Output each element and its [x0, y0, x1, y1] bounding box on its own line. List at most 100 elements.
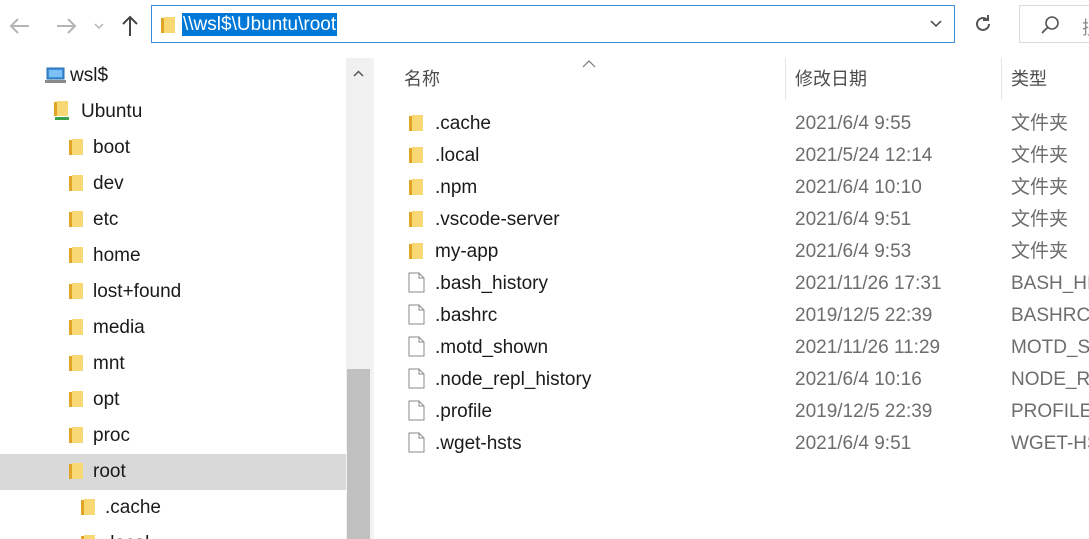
- nav-item-label: home: [93, 245, 141, 266]
- nav-item-dev[interactable]: dev: [0, 166, 346, 202]
- file-type: 文件夹: [1011, 241, 1069, 262]
- nav-item-boot[interactable]: boot: [0, 130, 346, 166]
- file-icon: [408, 304, 425, 330]
- nav-item-media[interactable]: media: [0, 310, 346, 346]
- nav-item-wsl[interactable]: wsl$: [0, 58, 346, 94]
- scroll-up-icon[interactable]: [353, 66, 364, 80]
- search-input[interactable]: 搜: [1019, 5, 1089, 43]
- nav-item-cache[interactable]: .cache: [0, 490, 346, 526]
- address-path[interactable]: \\wsl$\Ubuntu\root: [182, 13, 338, 36]
- nav-item-ubuntu[interactable]: Ubuntu: [0, 94, 346, 130]
- file-type: BASH_HISTORY 文件: [1011, 273, 1089, 294]
- file-name: .bashrc: [435, 305, 498, 326]
- up-button[interactable]: [116, 12, 144, 40]
- file-icon: [408, 368, 425, 389]
- folder-icon: [68, 318, 84, 341]
- file-modified-date: 2019/12/5 22:39: [795, 401, 933, 422]
- column-header-type[interactable]: 类型: [1011, 58, 1047, 100]
- address-toolbar: \\wsl$\Ubuntu\root 搜: [0, 0, 1089, 50]
- file-icon: [408, 432, 425, 453]
- folder-icon: [69, 175, 83, 191]
- chevron-down-icon: [94, 23, 104, 29]
- file-name: .vscode-server: [435, 209, 560, 230]
- file-name: .profile: [435, 401, 493, 422]
- file-type: BASHRC 文件: [1011, 305, 1089, 326]
- refresh-icon: [976, 15, 990, 31]
- nav-item-label: opt: [93, 389, 120, 410]
- folder-icon: [68, 462, 84, 485]
- folder-row[interactable]: .vscode-server 2021/6/4 9:51 文件夹: [374, 204, 1089, 236]
- back-button[interactable]: [6, 12, 34, 40]
- file-icon: [408, 272, 425, 293]
- search-icon: [1041, 16, 1059, 34]
- file-row[interactable]: .motd_shown 2021/11/26 11:29 MOTD_SHOWN 文件: [374, 332, 1089, 364]
- nav-item-label: mnt: [93, 353, 125, 374]
- navigation-pane[interactable]: wsl$ Ubuntu boot dev etc home lost+found media m…: [0, 58, 346, 539]
- column-header-date[interactable]: 修改日期: [795, 58, 867, 100]
- folder-icon: [408, 114, 424, 137]
- nav-item-label: .local: [105, 532, 149, 539]
- nav-item-label: boot: [93, 137, 130, 158]
- file-list[interactable]: 名称 修改日期 类型 .cache 2021/6/4 9:55 文件夹 .local 2…: [374, 58, 1089, 539]
- file-type: MOTD_SHOWN 文件: [1011, 337, 1089, 358]
- nav-item-lost-found[interactable]: lost+found: [0, 274, 346, 310]
- nav-item-home[interactable]: home: [0, 238, 346, 274]
- column-header-name[interactable]: 名称: [404, 58, 440, 100]
- file-type: 文件夹: [1011, 177, 1069, 198]
- nav-item-label: dev: [93, 173, 124, 194]
- folder-icon: [408, 146, 424, 169]
- file-icon: [408, 432, 425, 458]
- folder-icon: [409, 243, 423, 259]
- column-divider[interactable]: [785, 58, 786, 100]
- file-modified-date: 2021/6/4 9:55: [795, 113, 912, 134]
- address-bar[interactable]: \\wsl$\Ubuntu\root: [151, 5, 955, 43]
- folder-icon: [69, 283, 83, 299]
- nav-item-proc[interactable]: proc: [0, 418, 346, 454]
- nav-item-root[interactable]: root: [0, 454, 346, 490]
- nav-item-label: .cache: [105, 497, 161, 518]
- file-name: .npm: [435, 177, 478, 198]
- folder-row[interactable]: .npm 2021/6/4 10:10 文件夹: [374, 172, 1089, 204]
- folder-icon: [409, 179, 423, 195]
- nav-item-etc[interactable]: etc: [0, 202, 346, 238]
- navigation-scrollbar[interactable]: [346, 58, 371, 539]
- file-icon: [408, 336, 425, 362]
- file-icon: [408, 336, 425, 357]
- file-name: .local: [435, 145, 480, 166]
- folder-row[interactable]: my-app 2021/6/4 9:53 文件夹: [374, 236, 1089, 268]
- file-modified-date: 2021/6/4 9:51: [795, 209, 912, 230]
- folder-icon: [68, 426, 84, 449]
- nav-item-local[interactable]: .local: [0, 526, 346, 539]
- file-type: 文件夹: [1011, 145, 1069, 166]
- folder-icon: [81, 499, 95, 515]
- file-row[interactable]: .bash_history 2021/11/26 17:31 BASH_HISTOR…: [374, 268, 1089, 300]
- file-row[interactable]: .profile 2019/12/5 22:39 PROFILE 文件: [374, 396, 1089, 428]
- file-row[interactable]: .bashrc 2019/12/5 22:39 BASHRC 文件: [374, 300, 1089, 332]
- folder-row[interactable]: .local 2021/5/24 12:14 文件夹: [374, 140, 1089, 172]
- file-row[interactable]: .wget-hsts 2021/6/4 9:51 WGET-HSTS 文件: [374, 428, 1089, 460]
- folder-icon: [80, 534, 96, 539]
- file-icon: [408, 400, 425, 421]
- folder-row[interactable]: .cache 2021/6/4 9:55 文件夹: [374, 108, 1089, 140]
- recent-locations-button[interactable]: [92, 16, 106, 36]
- network-computer-icon: [45, 67, 66, 83]
- nav-item-mnt[interactable]: mnt: [0, 346, 346, 382]
- file-icon: [408, 272, 425, 298]
- file-icon: [408, 368, 425, 394]
- forward-button[interactable]: [52, 12, 80, 40]
- file-modified-date: 2019/12/5 22:39: [795, 305, 933, 326]
- file-modified-date: 2021/6/4 10:10: [795, 177, 922, 198]
- folder-icon: [161, 17, 175, 33]
- network-folder-icon: [52, 100, 72, 127]
- file-icon: [408, 304, 425, 325]
- nav-item-label: Ubuntu: [81, 101, 143, 122]
- scrollbar-thumb[interactable]: [347, 369, 370, 539]
- file-name: .wget-hsts: [435, 433, 522, 454]
- file-row[interactable]: .node_repl_history 2021/6/4 10:16 NODE_REP…: [374, 364, 1089, 396]
- column-divider[interactable]: [1001, 58, 1002, 100]
- nav-item-opt[interactable]: opt: [0, 382, 346, 418]
- address-dropdown-button[interactable]: [930, 15, 942, 31]
- refresh-button[interactable]: [962, 5, 1004, 43]
- file-modified-date: 2021/6/4 10:16: [795, 369, 922, 390]
- folder-icon: [408, 210, 424, 233]
